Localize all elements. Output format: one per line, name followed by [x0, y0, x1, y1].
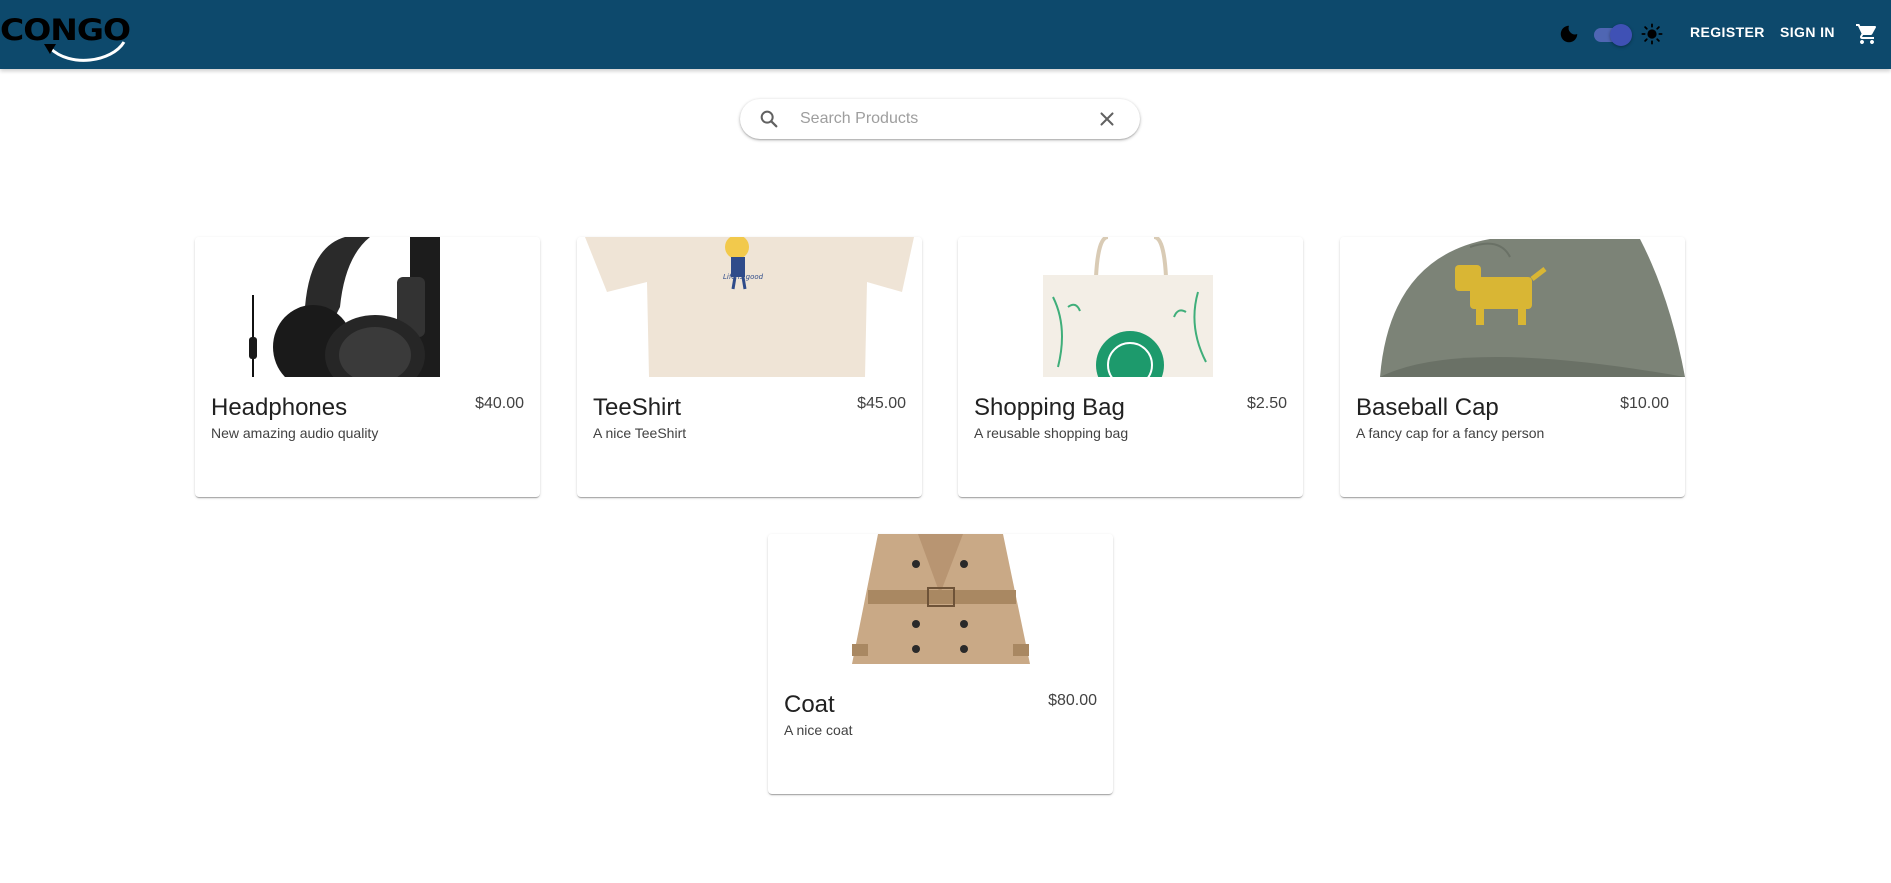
product-card-baseball-cap[interactable]: Baseball Cap $10.00 A fancy cap for a fa… [1340, 237, 1685, 497]
search-bar [740, 99, 1140, 139]
register-button[interactable]: REGISTER [1690, 24, 1765, 40]
product-title: Coat [784, 691, 835, 718]
product-image-headphones [195, 237, 540, 377]
product-image-shopping-bag [958, 237, 1303, 377]
theme-toggle-switch[interactable] [1592, 24, 1632, 46]
product-card-teeshirt[interactable]: Life is good TeeShirt $45.00 A nice TeeS… [577, 237, 922, 497]
product-price: $2.50 [1246, 395, 1287, 412]
product-title: TeeShirt [593, 394, 682, 421]
product-price: $45.00 [857, 395, 906, 412]
product-description: A reusable shopping bag [974, 425, 1129, 441]
product-image-teeshirt: Life is good [577, 237, 922, 377]
congo-logo[interactable]: CONGO [0, 6, 152, 66]
app-bar: CONGO REGISTER SIGN IN [0, 0, 1891, 69]
product-card-shopping-bag[interactable]: Shopping Bag $2.50 A reusable shopping b… [958, 237, 1303, 497]
moon-icon [1560, 25, 1578, 43]
sun-icon [1641, 23, 1663, 45]
tshirt-print-text: Life is good [723, 273, 764, 281]
product-description: A nice TeeShirt [593, 425, 687, 441]
search-input[interactable] [800, 107, 1090, 131]
product-price: $40.00 [475, 395, 524, 412]
product-description: New amazing audio quality [211, 425, 379, 441]
product-card-coat[interactable]: Coat $80.00 A nice coat [768, 534, 1113, 794]
product-price: $10.00 [1620, 395, 1669, 412]
product-price: $80.00 [1048, 692, 1097, 709]
product-description: A fancy cap for a fancy person [1356, 425, 1545, 441]
logo-arrow-icon [44, 41, 126, 62]
cart-icon[interactable] [1855, 22, 1879, 46]
product-card-headphones[interactable]: Headphones $40.00 New amazing audio qual… [195, 237, 540, 497]
product-title: Baseball Cap [1356, 394, 1499, 421]
product-title: Shopping Bag [974, 394, 1125, 421]
product-description: A nice coat [784, 722, 853, 738]
close-icon[interactable] [1096, 108, 1118, 130]
toggle-thumb[interactable] [1610, 24, 1632, 46]
product-title: Headphones [211, 394, 348, 421]
product-image-coat [768, 534, 1113, 674]
product-image-baseball-cap [1340, 237, 1685, 377]
search-icon[interactable] [758, 108, 780, 130]
sign-in-button[interactable]: SIGN IN [1780, 24, 1835, 40]
